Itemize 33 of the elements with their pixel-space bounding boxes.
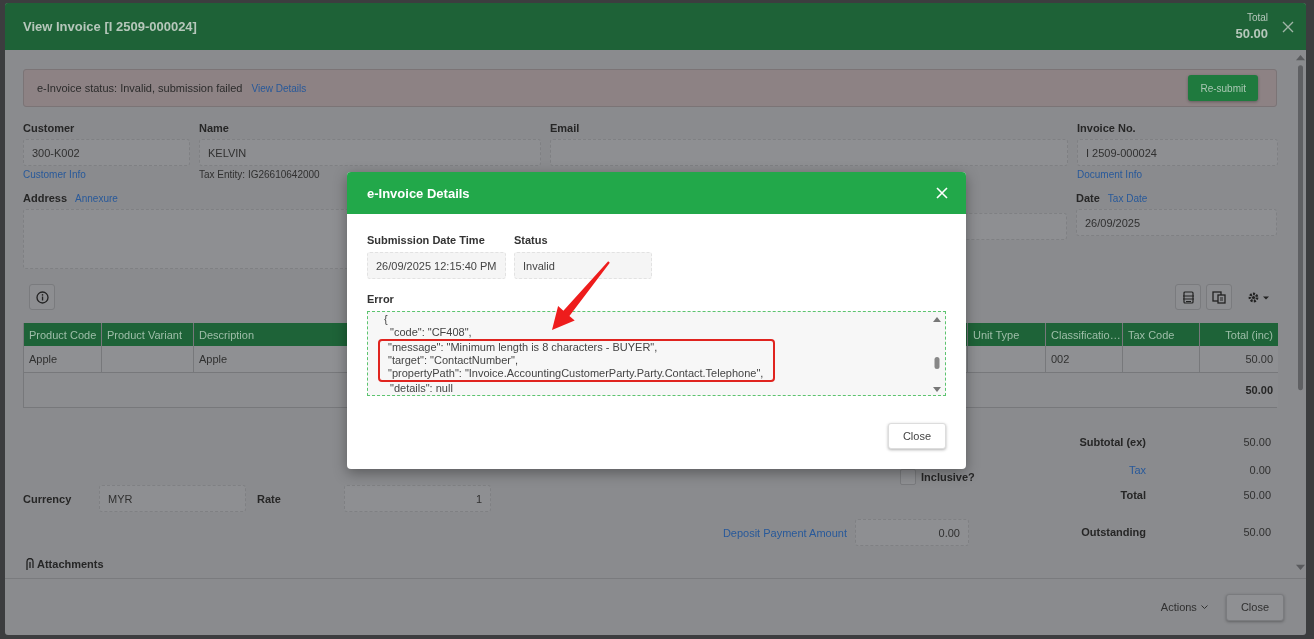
dialog-title: e-Invoice Details xyxy=(367,185,470,201)
field-label: Rate xyxy=(257,492,282,505)
field-label: Customer xyxy=(23,122,75,134)
summary-value: 0.00 xyxy=(1249,464,1271,476)
field-label: Name xyxy=(199,122,229,134)
field-label: Error xyxy=(367,293,395,305)
tax-entity-text: Tax Entity: IG26610642000 xyxy=(199,169,320,180)
code-line: "details": null xyxy=(389,382,453,395)
checkbox-label: Inclusive? xyxy=(921,471,975,483)
field-label: Invoice No. xyxy=(1077,122,1136,134)
table-cell: 002 xyxy=(1046,346,1123,373)
table-cell: Apple xyxy=(24,346,102,373)
code-line: "target": "ContactNumber", xyxy=(387,354,519,367)
field-label: Status xyxy=(514,234,549,246)
summary-label: Outstanding xyxy=(1081,526,1146,538)
field-label: Currency xyxy=(23,492,73,505)
total-label: Total xyxy=(1246,12,1268,23)
code-line: { xyxy=(383,313,388,326)
summary-label: Subtotal (ex) xyxy=(1079,436,1146,448)
summary-label: Total xyxy=(1120,489,1146,501)
attachments-label: Attachments xyxy=(37,558,104,570)
field-label: Submission Date Time xyxy=(367,234,486,246)
summary-value: 50.00 xyxy=(1243,489,1271,501)
table-cell: 50.00 xyxy=(1200,346,1278,373)
total-amount: 50.00 xyxy=(1235,26,1268,41)
summary-value: 50.00 xyxy=(1243,526,1271,538)
field-label: Address xyxy=(23,192,68,204)
window-title: View Invoice [I 2509-000024] xyxy=(23,19,197,34)
field-label: Date xyxy=(1076,192,1100,204)
summary-value: 50.00 xyxy=(1243,436,1271,448)
code-line: "code": "CF408", xyxy=(389,326,472,339)
field-label: Email xyxy=(550,122,580,134)
alert-text: e-Invoice status: Invalid, submission failed xyxy=(37,82,243,94)
